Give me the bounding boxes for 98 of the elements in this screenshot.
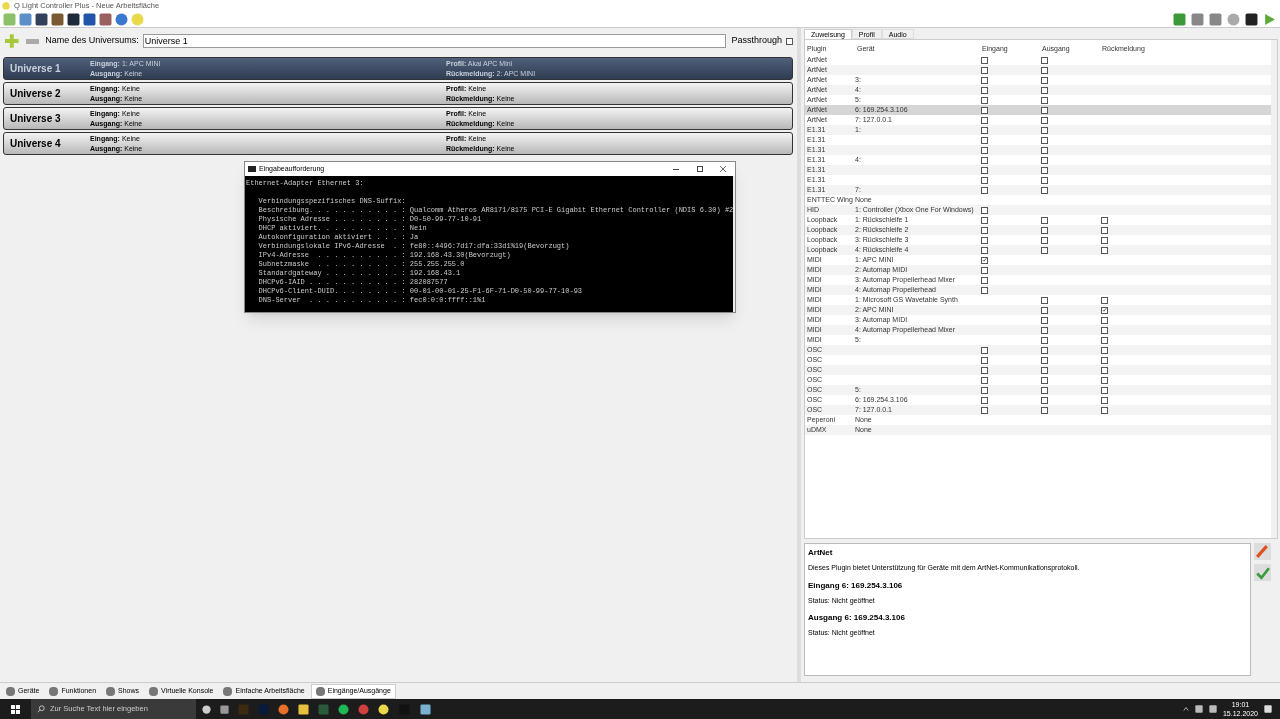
passthrough-label: Passthrough <box>731 34 783 48</box>
maximize-icon[interactable] <box>697 166 703 172</box>
checkbox[interactable] <box>981 156 988 164</box>
checkbox[interactable] <box>1101 336 1108 344</box>
checkbox[interactable] <box>1041 66 1048 74</box>
checkbox[interactable] <box>1101 316 1108 324</box>
checkbox[interactable] <box>1101 356 1108 364</box>
checkbox[interactable] <box>1041 56 1048 64</box>
info-title: ArtNet <box>808 547 834 559</box>
checkbox[interactable] <box>981 266 988 274</box>
checkbox[interactable] <box>981 106 988 114</box>
checkbox[interactable] <box>981 236 988 244</box>
checkbox[interactable] <box>1101 346 1108 354</box>
search-icon <box>37 705 45 713</box>
checkbox[interactable] <box>1101 306 1108 314</box>
checkbox[interactable] <box>981 186 988 194</box>
checkbox[interactable] <box>981 226 988 234</box>
checkbox[interactable] <box>1041 156 1048 164</box>
checkbox[interactable] <box>1041 106 1048 114</box>
checkbox[interactable] <box>1041 396 1048 404</box>
checkbox[interactable] <box>981 146 988 154</box>
checkbox[interactable] <box>981 66 988 74</box>
universe-name: Universe 2 <box>10 87 62 101</box>
scrollbar[interactable] <box>1271 40 1277 538</box>
checkbox[interactable] <box>981 126 988 134</box>
close-icon[interactable] <box>720 166 726 172</box>
info-heading: Eingang 6: 169.254.3.106 <box>808 579 904 592</box>
checkbox[interactable] <box>1101 406 1108 414</box>
checkbox[interactable] <box>1101 326 1108 334</box>
minimize-icon[interactable] <box>673 168 679 170</box>
checkbox[interactable] <box>981 246 988 254</box>
play-icon[interactable] <box>1263 12 1276 26</box>
checkbox[interactable] <box>1101 296 1108 304</box>
checkbox[interactable] <box>1041 226 1048 234</box>
info-heading: Ausgang 6: 169.254.3.106 <box>808 612 906 624</box>
checkbox[interactable] <box>1041 356 1048 364</box>
checkbox[interactable] <box>1041 346 1048 354</box>
universe-name: Universe 3 <box>10 112 62 126</box>
checkbox[interactable] <box>1041 186 1048 194</box>
checkbox[interactable] <box>1041 246 1048 254</box>
windows-start-icon[interactable] <box>11 704 20 714</box>
checkbox[interactable] <box>981 56 988 64</box>
checkbox[interactable] <box>981 256 988 264</box>
checkbox[interactable] <box>1041 306 1048 314</box>
circle-icon[interactable] <box>202 704 211 714</box>
checkbox[interactable] <box>1041 116 1048 124</box>
checkbox[interactable] <box>981 206 988 214</box>
checkbox[interactable] <box>1041 166 1048 174</box>
checkbox[interactable] <box>1041 296 1048 304</box>
checkbox[interactable] <box>981 376 988 384</box>
checkbox[interactable] <box>1041 136 1048 144</box>
chevron-up-icon[interactable] <box>1182 706 1189 712</box>
checkbox[interactable] <box>1101 396 1108 404</box>
checkbox[interactable] <box>1041 146 1048 154</box>
checkbox[interactable] <box>981 96 988 104</box>
checkbox[interactable] <box>1041 386 1048 394</box>
checkbox[interactable] <box>1041 376 1048 384</box>
checkbox[interactable] <box>1041 216 1048 224</box>
checkbox[interactable] <box>981 76 988 84</box>
checkbox[interactable] <box>981 166 988 174</box>
checkbox[interactable] <box>981 216 988 224</box>
checkbox[interactable] <box>1101 226 1108 234</box>
universe-name: Universe 4 <box>10 137 62 151</box>
checkbox[interactable] <box>981 396 988 404</box>
checkbox[interactable] <box>1041 236 1048 244</box>
checkbox[interactable] <box>1041 366 1048 374</box>
checkbox[interactable] <box>981 286 988 294</box>
checkbox[interactable] <box>1041 316 1048 324</box>
checkbox[interactable] <box>786 37 793 45</box>
checkbox[interactable] <box>981 386 988 394</box>
checkbox[interactable] <box>1041 326 1048 334</box>
universe-name-label: Name des Universums: <box>45 34 139 48</box>
checkbox[interactable] <box>1101 386 1108 394</box>
checkbox[interactable] <box>981 366 988 374</box>
universe-name-field[interactable]: Universe 1 <box>142 34 726 48</box>
checkbox[interactable] <box>981 136 988 144</box>
check-icon[interactable] <box>1254 564 1271 581</box>
checkbox[interactable] <box>981 406 988 414</box>
checkbox[interactable] <box>981 346 988 354</box>
checkbox[interactable] <box>1101 366 1108 374</box>
universe-name: Universe 1 <box>10 62 62 76</box>
checkbox[interactable] <box>981 176 988 184</box>
checkbox[interactable] <box>981 86 988 94</box>
checkbox[interactable] <box>1041 406 1048 414</box>
checkbox[interactable] <box>981 356 988 364</box>
checkbox[interactable] <box>1041 96 1048 104</box>
checkbox[interactable] <box>1101 376 1108 384</box>
checkbox[interactable] <box>1041 126 1048 134</box>
checkbox[interactable] <box>981 116 988 124</box>
checkbox[interactable] <box>1101 216 1108 224</box>
checkbox[interactable] <box>1041 336 1048 344</box>
checkbox[interactable] <box>1101 236 1108 244</box>
checkbox[interactable] <box>1041 176 1048 184</box>
checkbox[interactable] <box>981 276 988 284</box>
checkbox[interactable] <box>1041 86 1048 94</box>
checkbox[interactable] <box>1041 76 1048 84</box>
scrollbar[interactable] <box>733 176 735 312</box>
checkbox[interactable] <box>1101 246 1108 254</box>
